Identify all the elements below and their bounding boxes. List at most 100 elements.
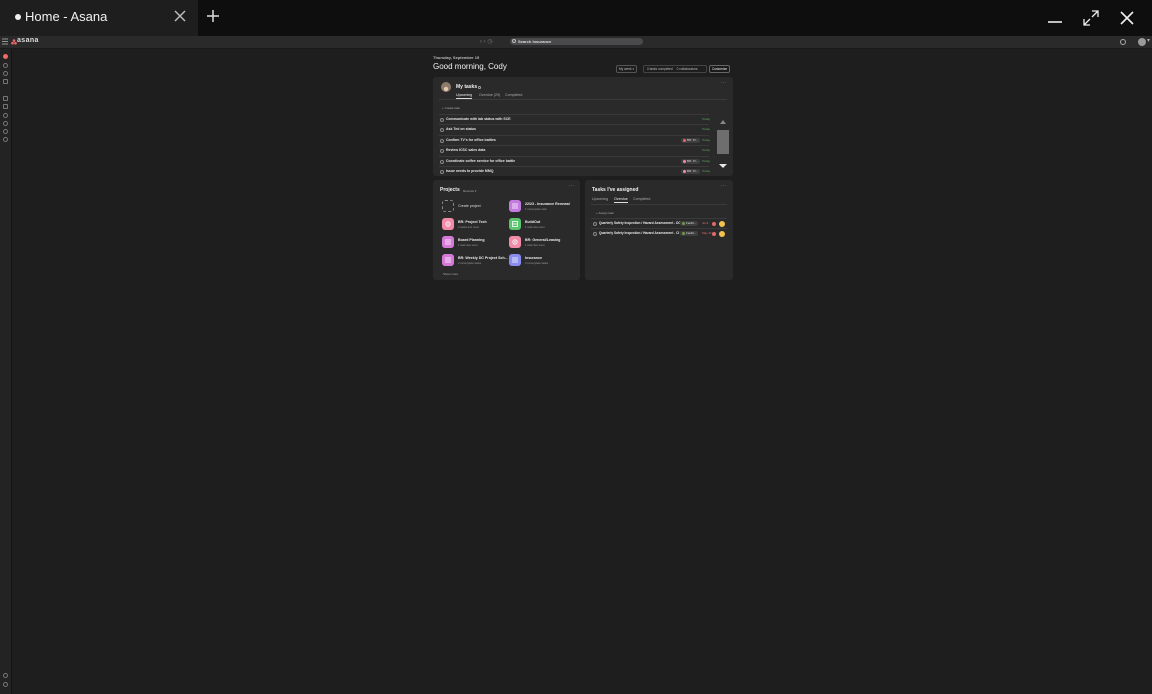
project-status: 3 incomplete tasks	[525, 261, 549, 265]
create-task-button[interactable]: + Create task	[442, 106, 460, 110]
task-name[interactable]: Review ICSC sales data	[446, 148, 485, 152]
scrollbar-thumb[interactable]	[717, 130, 729, 154]
close-tab-icon[interactable]	[172, 8, 188, 24]
assign-task-button[interactable]: + Assign task	[596, 211, 614, 215]
task-name[interactable]: Quarterly Safety Inspection / Hazard Ass…	[599, 221, 683, 225]
my-tasks-icon[interactable]	[3, 63, 8, 68]
project-tag[interactable]: BR: Pr...	[681, 138, 701, 143]
tag-color-dot	[682, 231, 685, 235]
check-circle-icon[interactable]	[440, 128, 444, 132]
project-item[interactable]: 22/23 - Insurance Renewal 1 incomplete t…	[509, 200, 579, 212]
tab-overdue[interactable]: Overdue (29)	[479, 93, 500, 97]
inbox-icon[interactable]	[3, 71, 8, 76]
project-list-icon	[509, 254, 521, 266]
check-circle-icon[interactable]	[440, 149, 444, 153]
help-rail-icon[interactable]	[3, 682, 8, 687]
projects-title[interactable]: Projects	[440, 187, 460, 193]
chevron-down-icon[interactable]: ▾	[1147, 37, 1150, 44]
my-week-dropdown[interactable]: My week ▾	[616, 65, 638, 73]
portfolios-icon[interactable]	[3, 96, 8, 101]
task-name[interactable]: Issue needs to provide MMQ	[446, 169, 493, 173]
search-input[interactable]: Search Insurance	[510, 38, 643, 45]
task-name[interactable]: Confirm TV's for office battles	[446, 138, 496, 142]
project-item[interactable]: BR: General/Leasing 1 task due soon	[509, 236, 579, 248]
task-list-scrollbar[interactable]	[716, 116, 730, 172]
project-name: BuildOut	[525, 220, 541, 224]
task-due-date: Today	[702, 127, 711, 131]
scroll-down-icon[interactable]	[719, 164, 727, 168]
unsaved-dot-icon	[15, 14, 21, 20]
close-window-icon[interactable]	[1117, 8, 1137, 28]
invite-icon[interactable]	[3, 673, 8, 678]
project-tag[interactable]: Facilit...	[680, 221, 699, 226]
task-due-date: Today	[702, 169, 711, 173]
customize-button[interactable]: Customize	[709, 65, 731, 73]
browser-tab-home[interactable]: Home - Asana	[0, 0, 198, 36]
lock-icon	[478, 86, 481, 89]
asana-logo-text[interactable]: asana	[17, 37, 39, 44]
tab-upcoming[interactable]: Upcoming	[592, 197, 608, 201]
project-status: 2 tasks due soon	[458, 225, 480, 229]
check-circle-icon[interactable]	[593, 232, 597, 236]
project-item[interactable]: BR: Weekly DC Project Sch... 2 incomplet…	[442, 254, 512, 266]
assignee-avatar[interactable]	[719, 231, 725, 237]
project-item[interactable]: BR: Project Tech 2 tasks due soon	[442, 218, 512, 230]
menu-icon[interactable]	[2, 38, 8, 45]
stats-summary: 0 tasks completed 0 collaborators	[643, 65, 707, 73]
project-item[interactable]: Insurance 3 incomplete tasks	[509, 254, 579, 266]
people-icon[interactable]	[3, 137, 8, 142]
new-tab-icon[interactable]	[204, 6, 222, 26]
task-name[interactable]: Ask Ted on status	[446, 127, 476, 131]
project-tag[interactable]: Facilit...	[680, 231, 699, 236]
project-status: 1 task due soon	[525, 243, 545, 247]
reporting-icon[interactable]	[3, 79, 8, 84]
goals-icon[interactable]	[3, 121, 8, 126]
task-name[interactable]: Quarterly Safety Inspection / Hazard Ass…	[599, 231, 679, 235]
workflow-icon[interactable]	[3, 129, 8, 134]
check-circle-icon[interactable]	[440, 139, 444, 143]
assignee-avatar[interactable]	[719, 221, 725, 227]
home-icon[interactable]	[3, 54, 8, 59]
check-circle-icon[interactable]	[440, 170, 444, 174]
history-nav[interactable]: ‹ › ◷	[480, 38, 493, 45]
project-tag[interactable]: BR: Pr...	[681, 159, 701, 164]
task-name[interactable]: Coordinate coffee service for office bat…	[446, 159, 515, 163]
task-due-date: Today	[702, 148, 711, 152]
maximize-icon[interactable]	[1081, 8, 1101, 28]
more-options-icon[interactable]: ···	[721, 183, 726, 189]
project-target-icon	[442, 218, 454, 230]
tab-completed[interactable]: Completed	[505, 93, 522, 97]
help-icon[interactable]	[1120, 39, 1126, 45]
tab-overdue[interactable]: Overdue	[614, 197, 628, 203]
user-avatar[interactable]	[1138, 38, 1146, 46]
recents-dropdown[interactable]: Recents ▾	[463, 189, 476, 193]
divider	[591, 204, 727, 205]
project-board-icon	[509, 218, 521, 230]
check-circle-icon[interactable]	[440, 118, 444, 122]
task-row[interactable]: Ask Ted on status Today	[439, 124, 711, 135]
check-circle-icon[interactable]	[593, 222, 597, 226]
project-item[interactable]: BuildOut 1 task due soon	[509, 218, 579, 230]
show-more-link[interactable]: Show more	[443, 272, 458, 276]
minimize-icon[interactable]	[1045, 8, 1065, 28]
tag-label: BR: Pr...	[687, 169, 699, 173]
create-project-button[interactable]: Create project	[442, 200, 512, 212]
tab-completed[interactable]: Completed	[633, 197, 650, 201]
check-circle-icon[interactable]	[440, 160, 444, 164]
more-options-icon[interactable]: ···	[569, 183, 574, 189]
task-name[interactable]: Communicate with lab status with SCE	[446, 117, 511, 121]
scroll-up-icon[interactable]	[720, 120, 726, 124]
task-row[interactable]: Issue needs to provide MMQ BR: Pr... Tod…	[439, 166, 711, 177]
overdue-dot-icon	[712, 222, 716, 226]
more-options-icon[interactable]: ···	[721, 80, 726, 86]
project-item[interactable]: Board Planning 1 task due soon	[442, 236, 512, 248]
task-row[interactable]: Quarterly Safety Inspection / Hazard Ass…	[591, 228, 727, 239]
project-tag[interactable]: BR: Pr...	[681, 169, 701, 174]
tag-label: BR: Pr...	[687, 159, 699, 163]
projects-icon[interactable]	[3, 104, 8, 109]
team-icon[interactable]	[3, 113, 8, 118]
tag-color-dot	[682, 221, 685, 225]
task-row[interactable]: Review ICSC sales data Today	[439, 145, 711, 156]
tasks-assigned-title[interactable]: Tasks I've assigned	[592, 187, 638, 193]
my-tasks-title[interactable]: My tasks	[456, 84, 477, 90]
